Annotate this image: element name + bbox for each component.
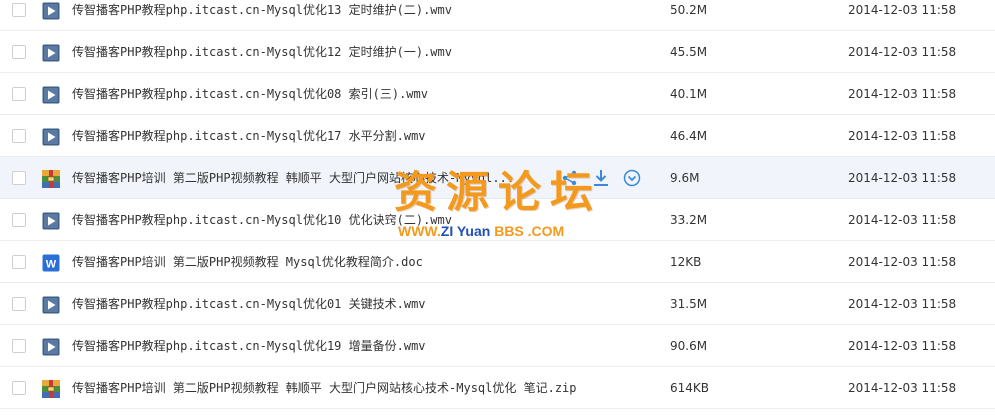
watermark-url-part: .COM xyxy=(523,223,565,239)
more-dropdown-icon[interactable] xyxy=(622,168,642,188)
file-size: 614KB xyxy=(670,381,710,395)
row-checkbox[interactable] xyxy=(12,255,26,269)
row-checkbox[interactable] xyxy=(12,87,26,101)
file-name-link[interactable]: 传智播客PHP培训 第二版PHP视频教程 Mysql优化教程简介.doc xyxy=(72,254,652,270)
file-row[interactable]: 传智播客PHP教程php.itcast.cn-Mysql优化01 关键技术.wm… xyxy=(0,283,995,325)
row-checkbox[interactable] xyxy=(12,129,26,143)
file-date: 2014-12-03 11:58 xyxy=(848,87,957,101)
watermark-url-part: Yuan xyxy=(453,223,495,239)
file-size: 90.6M xyxy=(670,339,708,353)
row-checkbox[interactable] xyxy=(12,45,26,59)
file-row[interactable]: 传智播客PHP教程php.itcast.cn-Mysql优化13 定时维护(二)… xyxy=(0,0,995,31)
word-file-icon: W xyxy=(42,254,60,272)
file-name-link[interactable]: 传智播客PHP教程php.itcast.cn-Mysql优化12 定时维护(一)… xyxy=(72,44,652,60)
file-size: 33.2M xyxy=(670,213,708,227)
file-size: 9.6M xyxy=(670,171,700,185)
watermark-url: WWW.ZI Yuan BBS .COM xyxy=(398,222,564,240)
watermark-url-part: BBS xyxy=(494,223,524,239)
file-size: 50.2M xyxy=(670,3,708,17)
file-row[interactable]: 传智播客PHP培训 第二版PHP视频教程 韩顺平 大型门户网站核心技术-Mysq… xyxy=(0,367,995,409)
file-name-link[interactable]: 传智播客PHP培训 第二版PHP视频教程 韩顺平 大型门户网站核心技术-Mysq… xyxy=(72,380,652,396)
file-date: 2014-12-03 11:58 xyxy=(848,213,957,227)
archive-file-icon xyxy=(42,170,60,188)
row-checkbox[interactable] xyxy=(12,381,26,395)
file-date: 2014-12-03 11:58 xyxy=(848,45,957,59)
file-size: 31.5M xyxy=(670,297,708,311)
file-size: 40.1M xyxy=(670,87,708,101)
watermark-url-part: ZI xyxy=(440,223,454,239)
file-date: 2014-12-03 11:58 xyxy=(848,3,957,17)
video-file-icon xyxy=(42,2,60,20)
archive-file-icon xyxy=(42,380,60,398)
file-date: 2014-12-03 11:58 xyxy=(848,381,957,395)
svg-text:W: W xyxy=(46,259,57,271)
file-size: 45.5M xyxy=(670,45,708,59)
file-date: 2014-12-03 11:58 xyxy=(848,255,957,269)
video-file-icon xyxy=(42,338,60,356)
video-file-icon xyxy=(42,296,60,314)
row-checkbox[interactable] xyxy=(12,171,26,185)
file-row[interactable]: 传智播客PHP教程php.itcast.cn-Mysql优化17 水平分割.wm… xyxy=(0,115,995,157)
file-date: 2014-12-03 11:58 xyxy=(848,297,957,311)
file-size: 12KB xyxy=(670,255,702,269)
video-file-icon xyxy=(42,212,60,230)
file-row[interactable]: 传智播客PHP教程php.itcast.cn-Mysql优化08 索引(三).w… xyxy=(0,73,995,115)
row-checkbox[interactable] xyxy=(12,339,26,353)
file-row[interactable]: 传智播客PHP教程php.itcast.cn-Mysql优化19 增量备份.wm… xyxy=(0,325,995,367)
file-date: 2014-12-03 11:58 xyxy=(848,171,957,185)
watermark-url-part: WWW. xyxy=(398,223,441,239)
file-date: 2014-12-03 11:58 xyxy=(848,129,957,143)
file-row[interactable]: W 传智播客PHP培训 第二版PHP视频教程 Mysql优化教程简介.doc 12K… xyxy=(0,241,995,283)
file-name-link[interactable]: 传智播客PHP教程php.itcast.cn-Mysql优化08 索引(三).w… xyxy=(72,86,652,102)
file-date: 2014-12-03 11:58 xyxy=(848,339,957,353)
file-name-link[interactable]: 传智播客PHP教程php.itcast.cn-Mysql优化17 水平分割.wm… xyxy=(72,128,652,144)
file-row[interactable]: 传智播客PHP教程php.itcast.cn-Mysql优化12 定时维护(一)… xyxy=(0,31,995,73)
watermark-title: 资源论坛 xyxy=(394,168,602,218)
video-file-icon xyxy=(42,128,60,146)
row-checkbox[interactable] xyxy=(12,3,26,17)
file-name-link[interactable]: 传智播客PHP教程php.itcast.cn-Mysql优化01 关键技术.wm… xyxy=(72,296,652,312)
file-name-link[interactable]: 传智播客PHP教程php.itcast.cn-Mysql优化13 定时维护(二)… xyxy=(72,2,652,18)
row-checkbox[interactable] xyxy=(12,213,26,227)
video-file-icon xyxy=(42,86,60,104)
row-checkbox[interactable] xyxy=(12,297,26,311)
file-size: 46.4M xyxy=(670,129,708,143)
video-file-icon xyxy=(42,44,60,62)
file-name-link[interactable]: 传智播客PHP教程php.itcast.cn-Mysql优化19 增量备份.wm… xyxy=(72,338,652,354)
